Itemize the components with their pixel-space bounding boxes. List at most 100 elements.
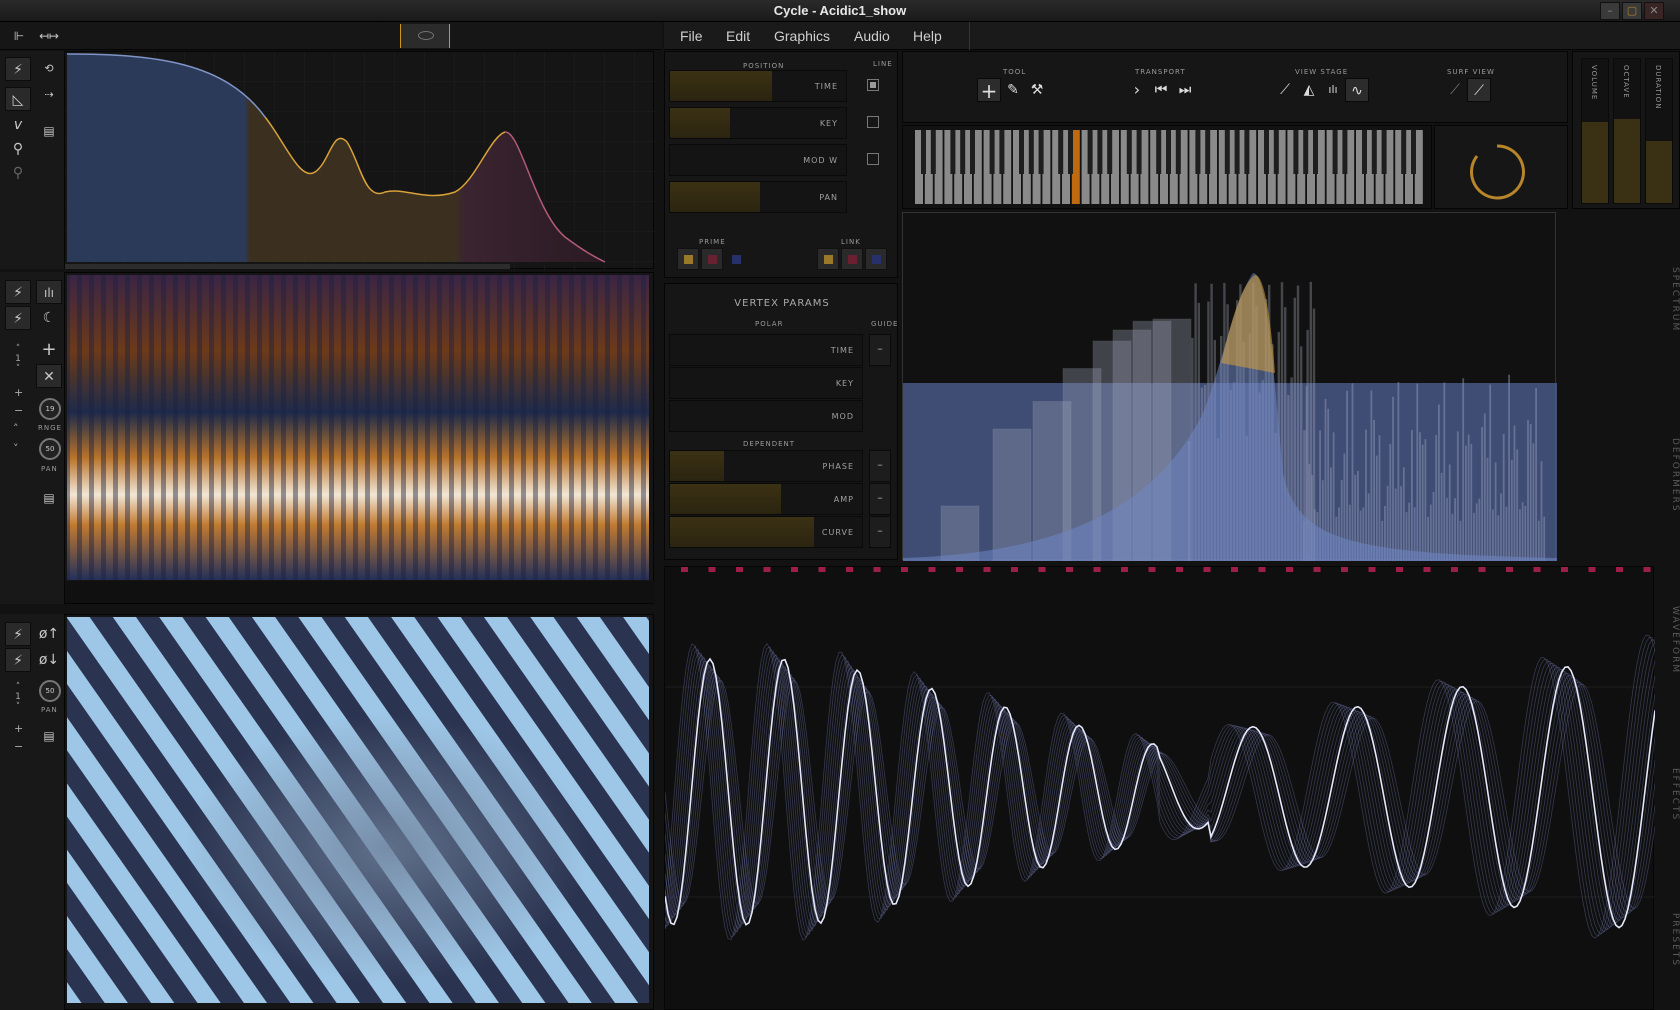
visibility-toggle-button[interactable] (400, 24, 450, 48)
piano-black-key[interactable] (1401, 130, 1407, 174)
piano-black-key[interactable] (970, 130, 975, 174)
guide-button[interactable]: – (869, 334, 891, 366)
ramp-icon[interactable]: ◺ (5, 87, 31, 111)
meter-octave[interactable]: OCTAVE (1613, 58, 1641, 204)
spectrum-view[interactable] (902, 212, 1557, 561)
tab-presets[interactable]: PRESETS (1658, 880, 1680, 1000)
piano-black-key[interactable] (1362, 130, 1367, 174)
phase-mode-icon[interactable]: ⚡ (5, 622, 31, 646)
line-view-icon[interactable]: ⟋ (1273, 78, 1297, 102)
close-button[interactable]: ✕ (1644, 2, 1664, 20)
guide-button[interactable]: – (869, 483, 891, 515)
piano-black-key[interactable] (1332, 130, 1338, 174)
guide-button[interactable]: – (869, 450, 891, 482)
link-yellow-button[interactable] (817, 248, 839, 270)
guide-button[interactable]: – (869, 516, 891, 548)
bar-graph-icon[interactable]: ılı (36, 280, 62, 304)
chevron-down-icon[interactable]: ˅ (13, 442, 19, 455)
piano-black-key[interactable] (1205, 130, 1211, 174)
meter-duration[interactable]: DURATION (1645, 58, 1673, 204)
decrement-button[interactable]: − (14, 404, 23, 417)
spectrum-graph[interactable] (903, 213, 1557, 561)
v-shape-icon[interactable]: v (5, 113, 31, 137)
increment-button[interactable]: + (14, 722, 23, 735)
waveform-mode-icon[interactable]: ⚡ (5, 57, 31, 81)
delete-icon[interactable]: ✕ (36, 364, 62, 388)
tab-spectrum[interactable]: SPECTRUM (1658, 220, 1680, 380)
dependent-slider-amp[interactable]: AMP (669, 483, 863, 515)
decrement-button[interactable]: − (14, 740, 23, 753)
moon-icon[interactable]: ☾ (36, 306, 62, 330)
phase-mode-alt-icon[interactable]: ⚡ (5, 648, 31, 672)
position-slider-pan[interactable]: PAN (669, 181, 847, 213)
spectrogram-view[interactable] (64, 272, 655, 604)
phase-down-icon[interactable]: ø↓ (36, 648, 62, 672)
menu-edit[interactable]: Edit (726, 28, 750, 44)
line-checkbox-time[interactable] (867, 79, 879, 91)
link-blue-button[interactable] (865, 248, 887, 270)
piano-black-key[interactable] (1411, 130, 1416, 174)
piano-black-key[interactable] (921, 130, 926, 174)
piano-black-key[interactable] (960, 130, 966, 174)
document-icon[interactable]: ▤ (36, 119, 62, 143)
maximize-button[interactable]: ▢ (1622, 2, 1642, 20)
piano-black-key[interactable] (1313, 130, 1318, 174)
piano-black-key[interactable] (1107, 130, 1113, 174)
line-checkbox-mod-w[interactable] (867, 153, 879, 165)
spectrum-mode-icon[interactable]: ⚡ (5, 280, 31, 304)
layer-counter[interactable]: ˄ 1 ˅ (10, 344, 26, 374)
piano-black-key[interactable] (1136, 130, 1142, 174)
skip-back-icon[interactable]: ⏮ (1149, 78, 1173, 102)
piano-black-key[interactable] (1126, 130, 1132, 174)
align-left-icon[interactable]: ⊩ (6, 24, 32, 48)
envelope-graph[interactable] (65, 52, 655, 270)
piano-black-key[interactable] (1264, 130, 1269, 174)
link-arrows-icon[interactable]: ⇢ (36, 83, 62, 107)
meter-volume[interactable]: VOLUME (1581, 58, 1609, 204)
surf-path-icon[interactable]: ⟋ (1443, 78, 1467, 102)
pan-knob[interactable]: 50 (39, 438, 61, 460)
document-icon[interactable]: ▤ (36, 724, 62, 748)
minimize-button[interactable]: – (1600, 2, 1620, 20)
piano-black-key[interactable] (1224, 130, 1230, 174)
tab-deformers[interactable]: DEFORMERS (1658, 390, 1680, 560)
wave-view-icon[interactable]: ∿ (1345, 78, 1369, 102)
loop-icon[interactable]: ⟲ (36, 57, 62, 81)
menu-file[interactable]: File (680, 28, 703, 44)
polar-slider-time[interactable]: TIME (669, 334, 863, 366)
tab-waveform[interactable]: WAVEFORM (1658, 575, 1680, 705)
piano-black-key[interactable] (1097, 130, 1103, 174)
piano-black-key[interactable] (1293, 130, 1299, 174)
piano-black-key[interactable] (930, 130, 936, 174)
piano-key[interactable] (1003, 130, 1012, 204)
waveform-view[interactable] (664, 566, 1655, 1010)
piano-black-key[interactable] (1156, 130, 1162, 174)
link-red-button[interactable] (841, 248, 863, 270)
surf-path-active-icon[interactable]: ⟋ (1467, 78, 1491, 102)
piano-keyboard[interactable] (903, 126, 1433, 210)
piano-black-key[interactable] (1166, 130, 1171, 174)
hammer-icon[interactable]: ⚒ (1025, 78, 1049, 102)
piano-black-key[interactable] (999, 130, 1005, 174)
play-icon[interactable]: › (1125, 78, 1149, 102)
increment-button[interactable]: + (14, 386, 23, 399)
add-point-icon[interactable]: + (977, 78, 1001, 103)
piano-black-key[interactable] (1175, 130, 1181, 174)
phase-view[interactable] (64, 614, 654, 1010)
pencil-icon[interactable]: ✎ (1001, 78, 1025, 102)
dependent-slider-phase[interactable]: PHASE (669, 450, 863, 482)
piano-black-key[interactable] (1303, 130, 1309, 174)
tab-effects[interactable]: EFFECTS (1658, 730, 1680, 860)
spectrum-mode-alt-icon[interactable]: ⚡ (5, 306, 31, 330)
phase-image[interactable] (65, 615, 655, 1010)
piano-black-key[interactable] (1195, 130, 1201, 174)
skip-forward-icon[interactable]: ⏭ (1173, 78, 1197, 102)
grid-pin-icon[interactable]: ⚲ (5, 161, 31, 185)
menu-audio[interactable]: Audio (854, 28, 890, 44)
phase-up-icon[interactable]: ø↑ (36, 622, 62, 646)
range-knob[interactable]: 19 (39, 398, 61, 420)
piano-black-key[interactable] (950, 130, 956, 174)
expand-width-icon[interactable]: ↤↦ (36, 24, 62, 48)
piano-black-key[interactable] (1234, 130, 1240, 174)
prime-red-button[interactable] (701, 248, 723, 270)
